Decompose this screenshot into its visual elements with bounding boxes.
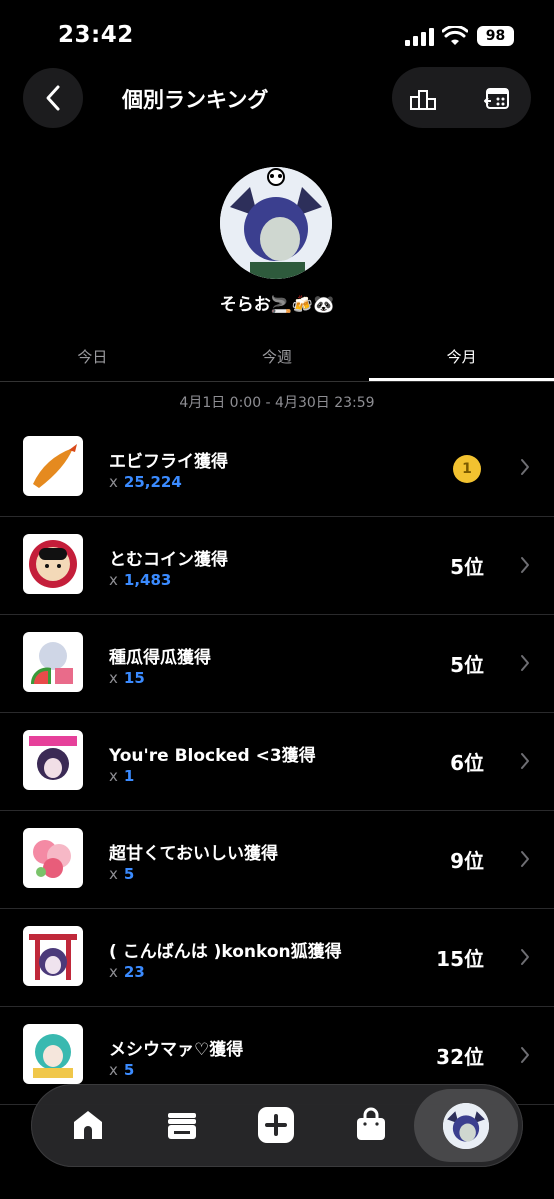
fox-sticker-icon bbox=[23, 926, 83, 986]
count-prefix: x bbox=[109, 767, 118, 785]
date-range: 4月1日 0:00 - 4月30日 23:59 bbox=[179, 395, 375, 411]
shopping-bag-icon bbox=[357, 1107, 385, 1140]
ranking-row[interactable]: You're Blocked <3獲得 x 1 6位 bbox=[0, 713, 554, 811]
fried-shrimp-icon bbox=[23, 436, 83, 496]
calendar-history-icon[interactable] bbox=[484, 85, 510, 111]
avatar-illustration-icon bbox=[443, 1103, 489, 1149]
tab-this-week[interactable]: 今週 bbox=[185, 336, 370, 382]
ranking-item-count: x 23 bbox=[109, 963, 145, 981]
watermelon-sticker-icon bbox=[23, 632, 83, 692]
header-actions bbox=[392, 67, 531, 128]
ranking-item-name: 種瓜得瓜獲得 bbox=[109, 648, 211, 668]
chevron-right-icon bbox=[521, 1047, 529, 1063]
ranking-position: 9位 bbox=[450, 849, 484, 873]
home-icon bbox=[74, 1111, 102, 1139]
count-value: 25,224 bbox=[123, 473, 182, 491]
chevron-right-icon bbox=[521, 557, 529, 573]
ranking-position: 5位 bbox=[450, 653, 484, 677]
ranking-row[interactable]: 超甘くておいしい獲得 x 5 9位 bbox=[0, 811, 554, 909]
battery-indicator: 98 bbox=[477, 26, 514, 46]
ranking-position: 15位 bbox=[436, 947, 484, 971]
ranking-position: 6位 bbox=[450, 751, 484, 775]
ranking-row[interactable]: ( こんばんは )konkon狐獲得 x 23 15位 bbox=[0, 909, 554, 1007]
page-title: 個別ランキング bbox=[122, 88, 269, 112]
ranking-item-count: x5 bbox=[109, 1061, 134, 1079]
chevron-right-icon bbox=[521, 655, 529, 671]
count-prefix: x bbox=[109, 473, 118, 491]
count-value: 5 bbox=[123, 1061, 135, 1079]
ranking-item-name: エビフライ獲得 bbox=[109, 452, 228, 472]
profile-username: そらお🚬🍻🐼 bbox=[219, 295, 335, 315]
ranking-item-count: x 1,483 bbox=[109, 571, 171, 589]
count-prefix: x bbox=[109, 963, 118, 981]
period-tabs: 今日 今週 今月 bbox=[0, 336, 554, 382]
nav-avatar bbox=[443, 1103, 489, 1149]
nav-home[interactable] bbox=[68, 1105, 108, 1145]
ranking-row[interactable]: 種瓜得瓜獲得 x 15 5位 bbox=[0, 615, 554, 713]
nav-profile[interactable] bbox=[414, 1089, 518, 1162]
ranking-position: 32位 bbox=[436, 1045, 484, 1069]
back-button[interactable] bbox=[23, 68, 83, 128]
count-value: 15 bbox=[123, 669, 145, 687]
nav-wallet[interactable] bbox=[162, 1105, 202, 1145]
wifi-icon bbox=[442, 26, 468, 45]
ranking-item-count: x1 bbox=[109, 767, 134, 785]
tab-today[interactable]: 今日 bbox=[0, 336, 185, 382]
plus-icon bbox=[258, 1107, 294, 1143]
sweets-sticker-icon bbox=[23, 828, 83, 888]
chevron-right-icon bbox=[521, 949, 529, 965]
ranking-item-name: You're Blocked <3獲得 bbox=[109, 746, 316, 766]
ranking-item-name: ( こんばんは )konkon狐獲得 bbox=[109, 942, 342, 962]
ranking-item-name: とむコイン獲得 bbox=[109, 550, 228, 570]
nav-create[interactable] bbox=[256, 1105, 296, 1145]
cellular-signal-icon bbox=[405, 28, 434, 46]
nav-shop[interactable] bbox=[351, 1105, 391, 1145]
ranking-item-count: x 25,224 bbox=[109, 473, 182, 491]
meshiuma-sticker-icon bbox=[23, 1024, 83, 1084]
profile-avatar[interactable] bbox=[220, 167, 332, 279]
ranking-row[interactable]: エビフライ獲得 x 25,224 1 bbox=[0, 419, 554, 517]
tabs-divider bbox=[0, 381, 554, 382]
count-value: 1 bbox=[123, 767, 135, 785]
wallet-icon bbox=[168, 1113, 196, 1139]
ranking-position: 5位 bbox=[450, 555, 484, 579]
status-time: 23:42 bbox=[58, 22, 134, 48]
chevron-left-icon bbox=[46, 85, 60, 111]
count-value: 5 bbox=[123, 865, 135, 883]
tab-this-month[interactable]: 今月 bbox=[369, 336, 554, 382]
ranking-item-count: x5 bbox=[109, 865, 134, 883]
ranking-item-count: x 15 bbox=[109, 669, 145, 687]
chevron-right-icon bbox=[521, 851, 529, 867]
chevron-right-icon bbox=[521, 459, 529, 475]
blocked-sticker-icon bbox=[23, 730, 83, 790]
coin-icon bbox=[23, 534, 83, 594]
chevron-right-icon bbox=[521, 753, 529, 769]
bottom-nav bbox=[31, 1084, 523, 1167]
gold-medal-badge: 1 bbox=[453, 455, 481, 483]
ranking-row[interactable]: とむコイン獲得 x 1,483 5位 bbox=[0, 517, 554, 615]
count-value: 23 bbox=[123, 963, 145, 981]
count-prefix: x bbox=[109, 1061, 118, 1079]
ranking-item-name: 超甘くておいしい獲得 bbox=[109, 844, 278, 864]
count-prefix: x bbox=[109, 865, 118, 883]
ranking-item-name: メシウマァ♡獲得 bbox=[109, 1040, 244, 1060]
count-value: 1,483 bbox=[123, 571, 172, 589]
avatar-illustration-icon bbox=[220, 167, 332, 279]
count-prefix: x bbox=[109, 669, 118, 687]
count-prefix: x bbox=[109, 571, 118, 589]
podium-icon[interactable] bbox=[410, 85, 436, 111]
